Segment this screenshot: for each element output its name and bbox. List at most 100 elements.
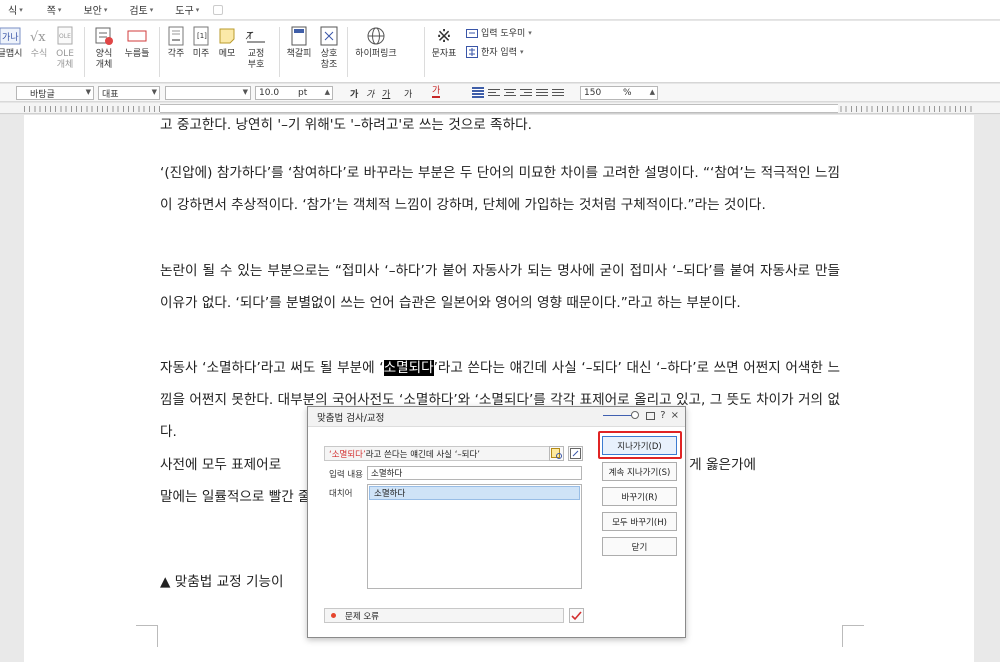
chevron-down-icon: ▾ [57, 5, 62, 14]
ole-object-button[interactable]: OLE OLE 개체 [53, 25, 77, 71]
stepper-icon: ▲ [649, 88, 655, 96]
push-field-button[interactable]: 누름틀 [122, 25, 152, 60]
skip-all-button[interactable]: 계속 지나가기(S) [602, 462, 677, 481]
slider-knob[interactable] [631, 411, 640, 419]
chevron-down-icon: ▾ [103, 5, 108, 14]
chevron-down-icon: ▾ [19, 5, 23, 14]
chevron-down-icon: ▼ [85, 88, 91, 96]
align-left-button[interactable] [488, 87, 500, 98]
align-right-button[interactable] [520, 87, 532, 98]
edit-button[interactable] [568, 446, 583, 461]
cross-reference-button[interactable]: 상호 참조 [315, 25, 343, 71]
menu-security[interactable]: 보안 ▾ [75, 0, 115, 20]
svg-text:가나: 가나 [2, 32, 19, 43]
push-field-icon [126, 25, 148, 47]
cross-reference-icon [318, 25, 340, 47]
replace-button[interactable]: 바꾸기(R) [602, 487, 677, 506]
keyboard-icon [466, 28, 478, 38]
align-justify-button[interactable] [472, 87, 484, 98]
hanja-input-button[interactable]: 한자 입력 ▾ [466, 45, 524, 58]
menu-format[interactable]: 식 ▾ [0, 0, 31, 20]
memo-button[interactable]: 메모 [216, 25, 238, 60]
italic-button[interactable]: 가 [366, 87, 374, 100]
spell-check-icon[interactable] [569, 608, 584, 623]
text-line: 고 중고한다. 낭연히 '–기 위해'도 '–하려고'로 쓰는 것으로 족하다. [160, 117, 532, 133]
replacement-label: 대치어 [329, 489, 353, 499]
transparency-slider[interactable] [603, 411, 640, 419]
chevron-down-icon: ▾ [528, 28, 532, 37]
align-center-button[interactable] [504, 87, 516, 98]
svg-text:T̸: T̸ [245, 30, 254, 42]
bookmark-icon [288, 25, 310, 47]
edit-icon [570, 448, 581, 459]
font-color-button[interactable]: 가 [432, 87, 441, 98]
form-object-button[interactable]: 양식 개체 [90, 25, 118, 71]
quick-access-icon[interactable] [213, 4, 224, 15]
font-size-input[interactable]: 10.0 pt ▲ [255, 86, 333, 100]
paragraph: ‘(진압에) 참가하다’를 ‘참여하다’로 바꾸라는 부분은 두 단어의 미묘한… [160, 165, 840, 213]
chevron-down-icon: ▼ [242, 88, 248, 96]
svg-text:[1]: [1] [197, 32, 207, 40]
font-name-select[interactable]: ▼ [165, 86, 251, 100]
sqrt-icon: √x [28, 25, 50, 47]
dialog-title: 맞춤법 검사/교정 [317, 412, 385, 424]
memo-icon [216, 25, 238, 47]
close-icon[interactable]: × [671, 410, 679, 421]
skip-button[interactable]: 지나가기(D) [602, 436, 677, 455]
bold-button[interactable]: 가 [350, 87, 358, 100]
help-icon[interactable]: ? [660, 410, 665, 421]
footnote-button[interactable]: 각주 [165, 25, 187, 60]
dialog-controls: ? × [603, 410, 679, 421]
menu-review[interactable]: 검토 ▾ [121, 0, 161, 20]
hyperlink-button[interactable]: 하이퍼링크 [352, 25, 400, 60]
dialog-titlebar[interactable]: 맞춤법 검사/교정 ? × [308, 407, 685, 427]
proofreading-icon: T̸ [245, 25, 267, 47]
window-icon[interactable] [646, 411, 656, 420]
ribbon: 가나 글맵시 √x 수식 OLE OLE 개체 양식 개체 누름틀 각주 [1]… [0, 21, 1000, 83]
proofreading-mark-button[interactable]: T̸ 교정 부호 [242, 25, 270, 71]
align-distribute-button[interactable] [536, 87, 548, 98]
symbol-button[interactable]: ※ 문자표 [430, 25, 458, 60]
selected-word[interactable]: 소멸되다 [383, 360, 434, 376]
zoom-input[interactable]: 150% ▲ [580, 86, 658, 100]
ribbon-divider [347, 27, 348, 77]
svg-text:√x: √x [30, 30, 46, 45]
bookmark-button[interactable]: 책갈피 [285, 25, 313, 60]
ribbon-divider [424, 27, 425, 77]
wordart-button[interactable]: 가나 글맵시 [0, 25, 24, 60]
chevron-down-icon: ▼ [151, 88, 157, 96]
strikethrough-button[interactable]: 가 [404, 87, 412, 100]
stepper-icon: ▲ [324, 88, 330, 96]
chevron-down-icon: ▾ [519, 47, 524, 56]
locate-button[interactable] [549, 446, 564, 461]
error-type-field: 문제 오류 [324, 608, 564, 623]
paragraph: 논란이 될 수 있는 부분으로는 “접미사 ‘–하다’가 붙어 자동사가 되는 … [160, 263, 840, 311]
error-dot-icon [331, 613, 336, 618]
locate-icon [551, 448, 562, 459]
ole-icon: OLE [54, 25, 76, 47]
footnote-icon [165, 25, 187, 47]
close-button[interactable]: 닫기 [602, 537, 677, 556]
input-helper-button[interactable]: 입력 도우미 ▾ [466, 26, 532, 39]
page-corner-mark [136, 625, 158, 647]
underline-button[interactable]: 가 [382, 87, 390, 100]
input-label: 입력 내용 [329, 470, 363, 480]
equation-button[interactable]: √x 수식 [27, 25, 51, 60]
style-select[interactable]: 바탕글 ▼ [16, 86, 94, 100]
input-content-field[interactable]: 소멸하다 [367, 466, 582, 480]
align-divide-button[interactable] [552, 87, 564, 98]
ribbon-divider [159, 27, 160, 77]
endnote-icon: [1] [190, 25, 212, 47]
reference-mark-icon: ※ [436, 25, 452, 47]
font-language-select[interactable]: 대표 ▼ [98, 86, 160, 100]
wordart-icon: 가나 [0, 25, 21, 47]
list-item[interactable]: 소멸하다 [369, 486, 580, 500]
menu-tools[interactable]: 도구 ▾ [167, 0, 207, 20]
menu-page[interactable]: 쪽 ▾ [39, 0, 70, 20]
suggestion-list[interactable]: 소멸하다 [367, 484, 582, 589]
context-sentence: ‘소멸되다’ 라고 쓴다는 얘긴데 사실 ‘–되다’ [324, 446, 554, 461]
chevron-down-icon: ▾ [195, 5, 200, 14]
ribbon-divider [279, 27, 280, 77]
replace-all-button[interactable]: 모두 바꾸기(H) [602, 512, 677, 531]
endnote-button[interactable]: [1] 미주 [190, 25, 212, 60]
